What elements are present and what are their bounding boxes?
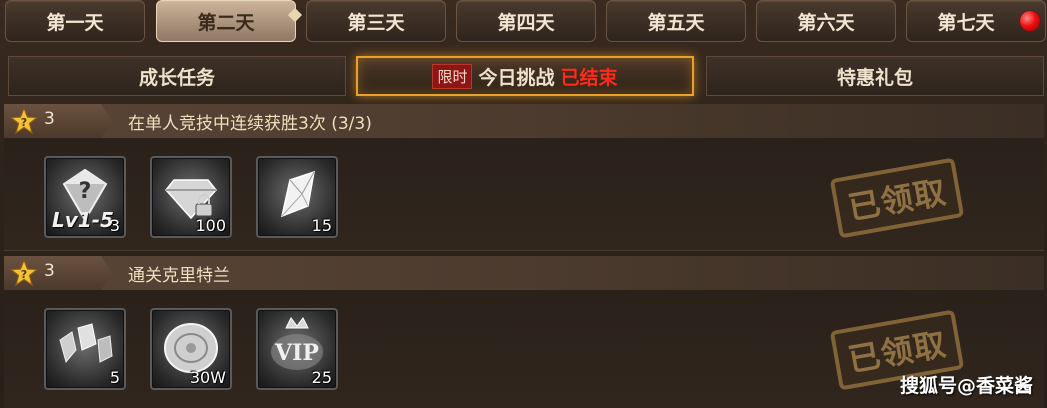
tab-day-7[interactable]: 第七天: [906, 0, 1046, 42]
tab-label: 第五天: [647, 11, 705, 34]
svg-text:VIP: VIP: [274, 340, 319, 366]
star-count: 3: [44, 109, 55, 129]
task-row: ? 3 在单人竞技中连续获胜3次 (3/3) ? Lv1-5 3 100 15 …: [4, 104, 1044, 252]
reward-item[interactable]: 5: [44, 308, 126, 390]
tab-label: 第四天: [497, 11, 555, 34]
tab-label: 今日挑战: [478, 66, 555, 89]
tab-day-2[interactable]: 第二天: [156, 0, 296, 42]
tab-label: 成长任务: [138, 66, 215, 89]
item-quantity: 25: [311, 368, 332, 387]
task-title: 通关克里特兰: [128, 266, 230, 286]
tab-label: 第二天: [197, 11, 255, 34]
item-quantity: 3: [109, 216, 120, 235]
svg-text:?: ?: [79, 179, 92, 204]
item-quantity: 30W: [189, 368, 226, 387]
event-panel: 第一天 第二天 第三天 第四天 第五天 第六天 第七天 成长任务 限时 今日挑战…: [0, 0, 1047, 408]
svg-text:?: ?: [21, 116, 27, 129]
reward-item[interactable]: ? Lv1-5 3: [44, 156, 126, 238]
task-row: ? 3 通关克里特兰 5 30W VIP 25 已领取: [4, 256, 1044, 408]
tab-label: 特惠礼包: [836, 66, 913, 89]
svg-text:?: ?: [21, 268, 27, 281]
task-header: ? 3 通关克里特兰: [4, 256, 1044, 290]
reward-item[interactable]: 30W: [150, 308, 232, 390]
star-count: 3: [44, 261, 55, 281]
tab-day-1[interactable]: 第一天: [5, 0, 145, 42]
reward-item[interactable]: 15: [256, 156, 338, 238]
watermark: 搜狐号@香菜酱: [899, 375, 1033, 397]
sub-tabs: 成长任务 限时 今日挑战 已结束 特惠礼包: [0, 54, 1047, 100]
tab-day-6[interactable]: 第六天: [756, 0, 896, 42]
tab-day-3[interactable]: 第三天: [306, 0, 446, 42]
tab-label: 第六天: [797, 11, 855, 34]
task-header: ? 3 在单人竞技中连续获胜3次 (3/3): [4, 104, 1044, 138]
tab-special-gift[interactable]: 特惠礼包: [706, 56, 1044, 96]
task-rewards: 5 30W VIP 25 已领取: [4, 290, 1044, 408]
star-icon: ?: [10, 259, 38, 287]
ended-status: 已结束: [560, 66, 618, 89]
tab-growth-tasks[interactable]: 成长任务: [8, 56, 346, 96]
reward-item[interactable]: VIP 25: [256, 308, 338, 390]
tab-label: 第七天: [937, 11, 995, 34]
claimed-stamp: 已领取: [829, 157, 965, 239]
notification-dot-icon: [1019, 10, 1041, 32]
item-level-label: Lv1-5: [52, 208, 114, 232]
reward-item[interactable]: 100: [150, 156, 232, 238]
tab-day-4[interactable]: 第四天: [456, 0, 596, 42]
tab-label: 第三天: [347, 11, 405, 34]
item-quantity: 5: [109, 368, 120, 387]
tab-daily-challenge[interactable]: 限时 今日挑战 已结束: [356, 56, 694, 96]
task-title: 在单人竞技中连续获胜3次 (3/3): [128, 114, 372, 134]
item-quantity: 100: [195, 216, 226, 235]
tab-label: 第一天: [46, 11, 104, 34]
tab-day-5[interactable]: 第五天: [606, 0, 746, 42]
task-rewards: ? Lv1-5 3 100 15 已领取: [4, 138, 1044, 251]
item-quantity: 15: [311, 216, 332, 235]
star-icon: ?: [10, 107, 38, 135]
day-tabs: 第一天 第二天 第三天 第四天 第五天 第六天 第七天: [0, 0, 1047, 48]
limited-time-badge: 限时: [432, 63, 473, 89]
